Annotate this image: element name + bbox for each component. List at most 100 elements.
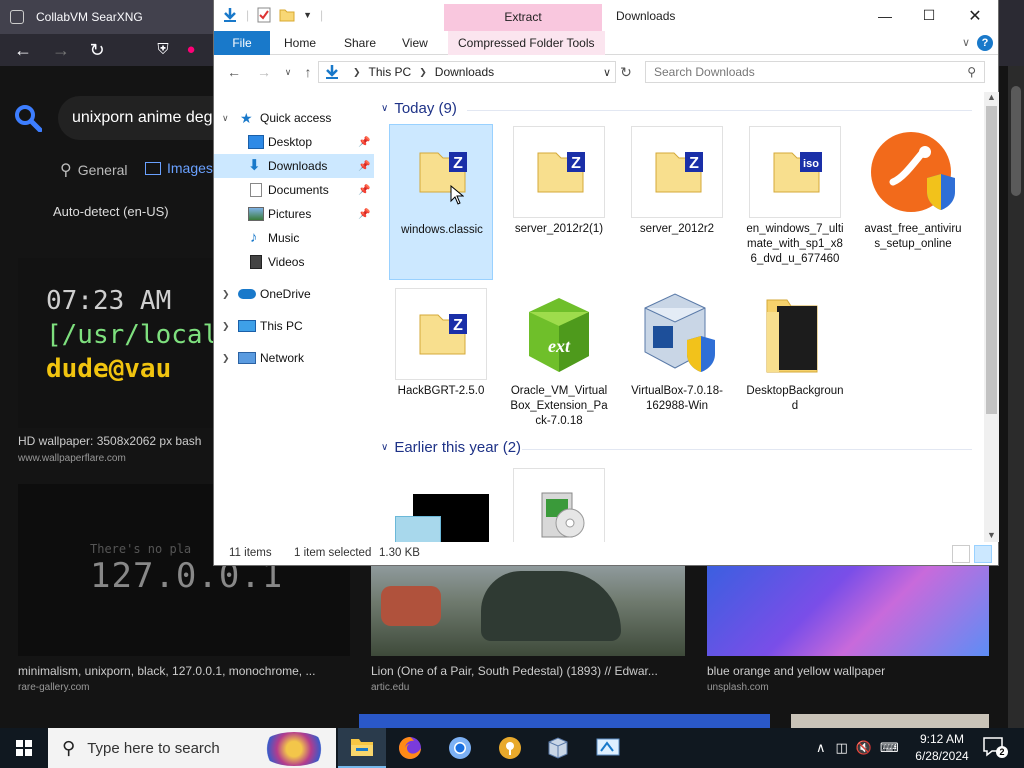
scrollbar-thumb[interactable]	[1011, 86, 1021, 196]
taskbar-file-explorer[interactable]	[338, 728, 386, 768]
recent-locations-icon[interactable]: ∨	[278, 62, 298, 82]
sidebar-item-desktop[interactable]: Desktop 📌	[214, 130, 374, 154]
scroll-down-icon[interactable]: ▼	[987, 530, 996, 540]
search-icon[interactable]	[14, 104, 42, 132]
tab-general[interactable]: ⚲ General	[60, 160, 128, 180]
breadcrumb-this-pc[interactable]: This PC	[369, 65, 412, 79]
shield-icon[interactable]: ⛨	[152, 39, 174, 61]
search-highlight-image[interactable]	[260, 732, 328, 766]
reload-icon[interactable]: ↻	[86, 39, 108, 61]
taskbar-virtualbox[interactable]	[534, 728, 582, 768]
scroll-up-icon[interactable]: ▲	[987, 92, 996, 102]
result-caption[interactable]: blue orange and yellow wallpaper	[707, 664, 989, 678]
sidebar-item-videos[interactable]: Videos	[214, 250, 374, 274]
breadcrumb-separator[interactable]: ❯	[353, 67, 361, 78]
file-item[interactable]: Z server_2012r2	[625, 124, 729, 280]
sidebar-item-pictures[interactable]: Pictures 📌	[214, 202, 374, 226]
taskbar-firefox[interactable]	[386, 728, 434, 768]
show-hidden-icons-icon[interactable]: ∧	[816, 740, 826, 756]
file-item[interactable]: Z HackBGRT-2.5.0	[389, 286, 493, 442]
help-icon[interactable]: ?	[977, 35, 993, 51]
explorer-title-bar[interactable]: | ▼ | Extract Downloads — ☐ ✕	[214, 0, 998, 31]
tab-view[interactable]: View	[392, 31, 438, 55]
tab-images[interactable]: Images	[145, 160, 213, 176]
sidebar-item-documents[interactable]: Documents 📌	[214, 178, 374, 202]
sidebar-item-music[interactable]: ♪ Music	[214, 226, 374, 250]
tab-list-icon[interactable]	[10, 10, 24, 24]
browser-scrollbar[interactable]	[1008, 66, 1024, 728]
forward-icon[interactable]: →	[50, 39, 72, 61]
maximize-button[interactable]: ☐	[906, 0, 952, 31]
volume-muted-icon[interactable]: 🔇	[856, 740, 872, 756]
file-item[interactable]	[389, 466, 493, 542]
sidebar-item-network[interactable]: ❯ Network	[214, 346, 374, 370]
large-icons-view-icon[interactable]	[974, 545, 992, 563]
expand-ribbon-icon[interactable]: ∨	[962, 36, 970, 49]
tab-home[interactable]: Home	[274, 31, 326, 55]
search-downloads-input[interactable]: Search Downloads ⚲	[645, 61, 985, 83]
language-select[interactable]: Auto-detect (en-US)	[53, 204, 169, 219]
search-icon[interactable]: ⚲	[967, 62, 976, 82]
group-header-earlier[interactable]: ∨ Earlier this year (2)	[381, 439, 521, 456]
language-icon[interactable]: ⌨	[880, 740, 899, 756]
collapsed-chevron-icon[interactable]: ❯	[222, 289, 230, 300]
tab-share[interactable]: Share	[334, 31, 386, 55]
taskbar-chromium[interactable]	[436, 728, 484, 768]
result-thumbnail-terminal[interactable]: 07:23 AM [/usr/local/s dude@vau	[18, 258, 250, 428]
file-item[interactable]: Z server_2012r2(1)	[507, 124, 611, 280]
breadcrumb-downloads[interactable]: Downloads	[435, 65, 494, 79]
new-folder-icon[interactable]	[279, 8, 295, 22]
refresh-icon[interactable]: ↻	[616, 62, 636, 82]
download-arrow-icon[interactable]	[222, 7, 238, 23]
group-collapse-icon[interactable]: ∨	[381, 442, 388, 453]
taskbar-search-input[interactable]: ⚲ Type here to search	[48, 728, 336, 768]
breadcrumb-separator[interactable]: ❯	[419, 67, 427, 78]
file-item[interactable]: ext Oracle_VM_VirtualBox_Extension_Pack-…	[507, 286, 611, 442]
taskbar-ublock[interactable]	[486, 728, 534, 768]
address-box[interactable]: ❯ This PC ❯ Downloads ∨	[318, 61, 616, 83]
minimize-button[interactable]: —	[862, 0, 908, 31]
file-item[interactable]: DesktopBackground	[743, 286, 847, 442]
result-thumbnail-lion[interactable]	[371, 566, 685, 656]
back-icon[interactable]: ←	[224, 62, 244, 82]
back-icon[interactable]: ←	[12, 39, 34, 61]
tab-file[interactable]: File	[214, 31, 270, 55]
properties-icon[interactable]	[257, 7, 271, 23]
result-thumbnail-partial[interactable]	[791, 714, 989, 728]
address-dropdown-icon[interactable]: ∨	[603, 66, 611, 79]
sidebar-item-quick-access[interactable]: ∨ ★ Quick access	[214, 106, 374, 130]
taskbar-control-panel[interactable]	[584, 728, 632, 768]
result-thumbnail-wallpaper[interactable]	[707, 566, 989, 656]
start-button[interactable]	[0, 728, 48, 768]
expanded-chevron-icon[interactable]: ∨	[222, 113, 229, 124]
customize-toolbar-icon[interactable]: ▼	[303, 10, 312, 20]
collapsed-chevron-icon[interactable]: ❯	[222, 353, 230, 364]
sidebar-item-downloads[interactable]: ⬇ Downloads 📌	[214, 154, 374, 178]
taskbar-clock[interactable]: 9:12 AM 6/28/2024	[904, 731, 980, 765]
sidebar-item-onedrive[interactable]: ❯ OneDrive	[214, 282, 374, 306]
result-caption[interactable]: HD wallpaper: 3508x2062 px bash	[18, 434, 214, 448]
details-view-icon[interactable]	[952, 545, 970, 563]
file-item[interactable]	[507, 466, 611, 542]
collapsed-chevron-icon[interactable]: ❯	[222, 321, 230, 332]
file-list-scrollbar[interactable]: ▲ ▼	[984, 92, 999, 542]
close-button[interactable]: ✕	[952, 0, 998, 31]
up-icon[interactable]: ↑	[298, 62, 318, 82]
result-thumbnail-partial[interactable]	[359, 714, 770, 728]
sidebar-item-this-pc[interactable]: ❯ This PC	[214, 314, 374, 338]
file-item[interactable]: VirtualBox-7.0.18-162988-Win	[625, 286, 729, 442]
file-item[interactable]: Z windows.classic	[389, 124, 493, 280]
search-query-input[interactable]: unixporn anime deg	[58, 96, 228, 140]
browser-tab[interactable]: CollabVM SearXNG	[0, 0, 214, 34]
tab-compressed-folder-tools[interactable]: Compressed Folder Tools	[448, 31, 605, 55]
file-item[interactable]: iso en_windows_7_ultimate_with_sp1_x86_d…	[743, 124, 847, 280]
result-caption[interactable]: Lion (One of a Pair, South Pedestal) (18…	[371, 664, 685, 678]
file-item[interactable]: avast_free_antivirus_setup_online	[861, 124, 965, 280]
lock-icon[interactable]: ●	[180, 39, 202, 61]
network-status-icon[interactable]: ◫	[836, 740, 848, 756]
group-collapse-icon[interactable]: ∨	[381, 103, 388, 114]
notification-center-icon[interactable]: 2	[982, 736, 1008, 758]
scrollbar-thumb[interactable]	[986, 106, 997, 414]
group-header-today[interactable]: ∨ Today (9)	[381, 100, 457, 117]
forward-icon[interactable]: →	[254, 62, 274, 82]
